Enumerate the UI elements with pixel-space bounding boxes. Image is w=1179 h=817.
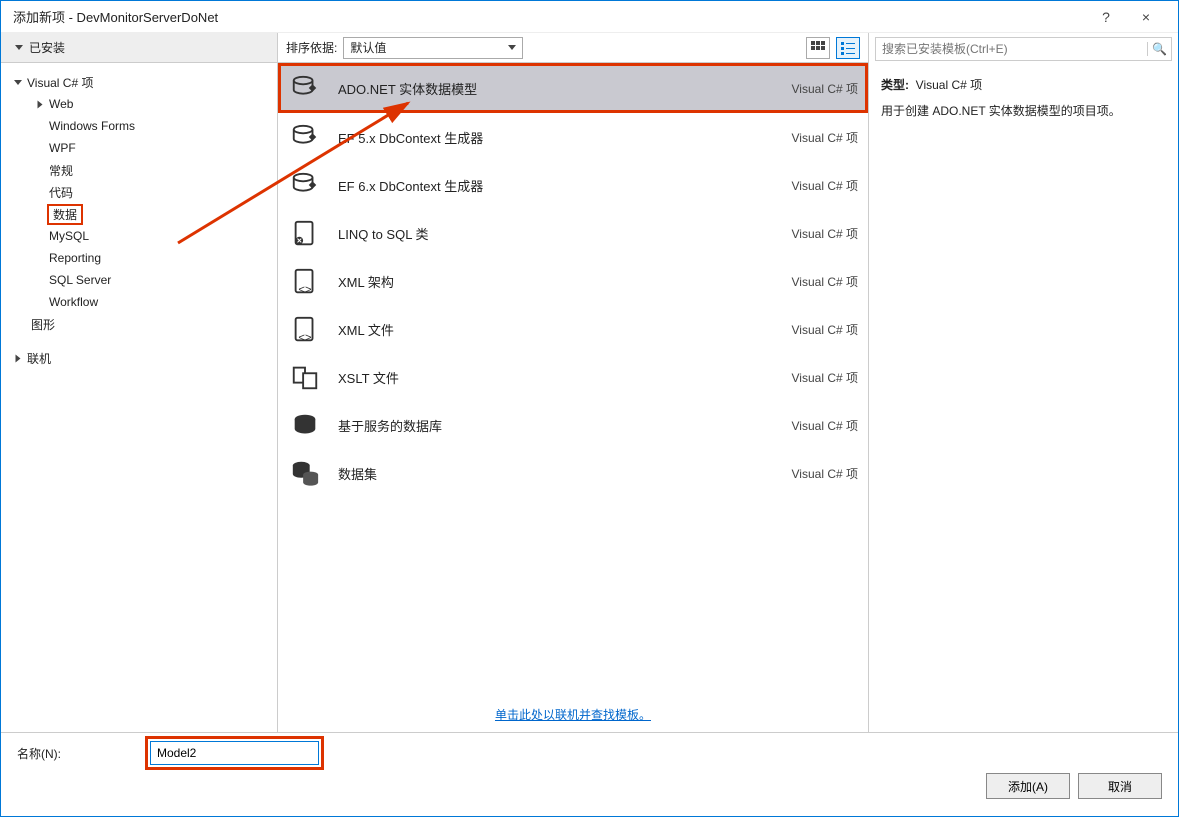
template-detail: 类型: Visual C# 项 用于创建 ADO.NET 实体数据模型的项目项。	[869, 65, 1178, 132]
online-search-link[interactable]: 单击此处以联机并查找模板。	[278, 696, 868, 733]
svg-text:<>: <>	[298, 332, 312, 344]
template-name: XML 架构	[338, 272, 748, 291]
template-icon	[288, 120, 322, 154]
template-icon	[288, 360, 322, 394]
category-tree: Visual C# 项 Web Windows Forms WPF 常规 代码 …	[1, 63, 277, 733]
template-category: Visual C# 项	[748, 225, 858, 242]
template-category: Visual C# 项	[748, 465, 858, 482]
tree-item-wpf[interactable]: WPF	[5, 137, 273, 159]
svg-text:<>: <>	[298, 284, 312, 296]
template-icon	[288, 168, 322, 202]
sort-label: 排序依据:	[286, 39, 337, 56]
add-button[interactable]: 添加(A)	[986, 773, 1070, 799]
cancel-button[interactable]: 取消	[1078, 773, 1162, 799]
template-icon	[288, 71, 322, 105]
template-name: 数据集	[338, 464, 748, 483]
name-input[interactable]	[150, 741, 319, 765]
template-icon: <>	[288, 264, 322, 298]
template-name: LINQ to SQL 类	[338, 224, 748, 243]
template-item[interactable]: LINQ to SQL 类Visual C# 项	[278, 209, 868, 257]
template-item[interactable]: XSLT 文件Visual C# 项	[278, 353, 868, 401]
name-highlight	[145, 736, 324, 770]
template-icon: <>	[288, 312, 322, 346]
template-panel: 排序依据: 默认值 ADO.NET 实体数据模型Visual C# 项EF 5.…	[277, 33, 868, 733]
tab-label: 已安装	[29, 39, 65, 56]
sort-select[interactable]: 默认值	[343, 37, 523, 59]
tree-item-graphics[interactable]: 图形	[5, 313, 273, 335]
search-input[interactable]	[876, 42, 1147, 56]
tree-item-workflow[interactable]: Workflow	[5, 291, 273, 313]
template-item[interactable]: EF 6.x DbContext 生成器Visual C# 项	[278, 161, 868, 209]
template-list: ADO.NET 实体数据模型Visual C# 项EF 5.x DbContex…	[278, 63, 868, 696]
tab-installed[interactable]: 已安装	[1, 33, 277, 63]
template-icon	[288, 456, 322, 490]
help-button[interactable]: ?	[1086, 9, 1126, 25]
template-icon	[288, 216, 322, 250]
search-icon[interactable]: 🔍	[1147, 42, 1171, 56]
template-category: Visual C# 项	[748, 417, 858, 434]
template-category: Visual C# 项	[748, 273, 858, 290]
bottom-bar: 名称(N): 添加(A) 取消	[1, 732, 1178, 816]
tree-item-csharp[interactable]: Visual C# 项	[5, 71, 273, 93]
template-name: ADO.NET 实体数据模型	[338, 79, 748, 98]
tree-item-code[interactable]: 代码	[5, 181, 273, 203]
search-box[interactable]: 🔍	[875, 37, 1172, 61]
template-category: Visual C# 项	[748, 177, 858, 194]
template-name: XML 文件	[338, 320, 748, 339]
title-bar: 添加新项 - DevMonitorServerDoNet ? ×	[1, 1, 1178, 33]
tree-item-winforms[interactable]: Windows Forms	[5, 115, 273, 137]
detail-panel: 🔍 类型: Visual C# 项 用于创建 ADO.NET 实体数据模型的项目…	[868, 33, 1178, 733]
template-item[interactable]: EF 5.x DbContext 生成器Visual C# 项	[278, 113, 868, 161]
template-category: Visual C# 项	[748, 129, 858, 146]
template-name: EF 6.x DbContext 生成器	[338, 176, 748, 195]
template-item[interactable]: <> XML 文件Visual C# 项	[278, 305, 868, 353]
collapse-icon	[15, 45, 23, 50]
window-title: 添加新项 - DevMonitorServerDoNet	[13, 7, 1086, 26]
sort-bar: 排序依据: 默认值	[278, 33, 868, 63]
template-category: Visual C# 项	[748, 321, 858, 338]
tree-item-sqlserver[interactable]: SQL Server	[5, 269, 273, 291]
template-name: XSLT 文件	[338, 368, 748, 387]
tree-item-online[interactable]: 联机	[5, 347, 273, 369]
tree-item-data[interactable]: 数据	[5, 203, 273, 225]
close-button[interactable]: ×	[1126, 9, 1166, 25]
tree-item-mysql[interactable]: MySQL	[5, 225, 273, 247]
template-category: Visual C# 项	[748, 369, 858, 386]
grid-view-button[interactable]	[806, 37, 830, 59]
template-name: EF 5.x DbContext 生成器	[338, 128, 748, 147]
template-item[interactable]: 基于服务的数据库Visual C# 项	[278, 401, 868, 449]
tree-item-reporting[interactable]: Reporting	[5, 247, 273, 269]
template-name: 基于服务的数据库	[338, 416, 748, 435]
template-icon	[288, 408, 322, 442]
tree-item-general[interactable]: 常规	[5, 159, 273, 181]
template-category: Visual C# 项	[748, 80, 858, 97]
tree-item-web[interactable]: Web	[5, 93, 273, 115]
template-item[interactable]: <> XML 架构Visual C# 项	[278, 257, 868, 305]
name-label: 名称(N):	[17, 745, 137, 762]
template-item[interactable]: ADO.NET 实体数据模型Visual C# 项	[278, 63, 868, 113]
list-view-button[interactable]	[836, 37, 860, 59]
template-item[interactable]: 数据集Visual C# 项	[278, 449, 868, 497]
left-panel: 已安装 Visual C# 项 Web Windows Forms WPF 常规…	[1, 33, 277, 733]
